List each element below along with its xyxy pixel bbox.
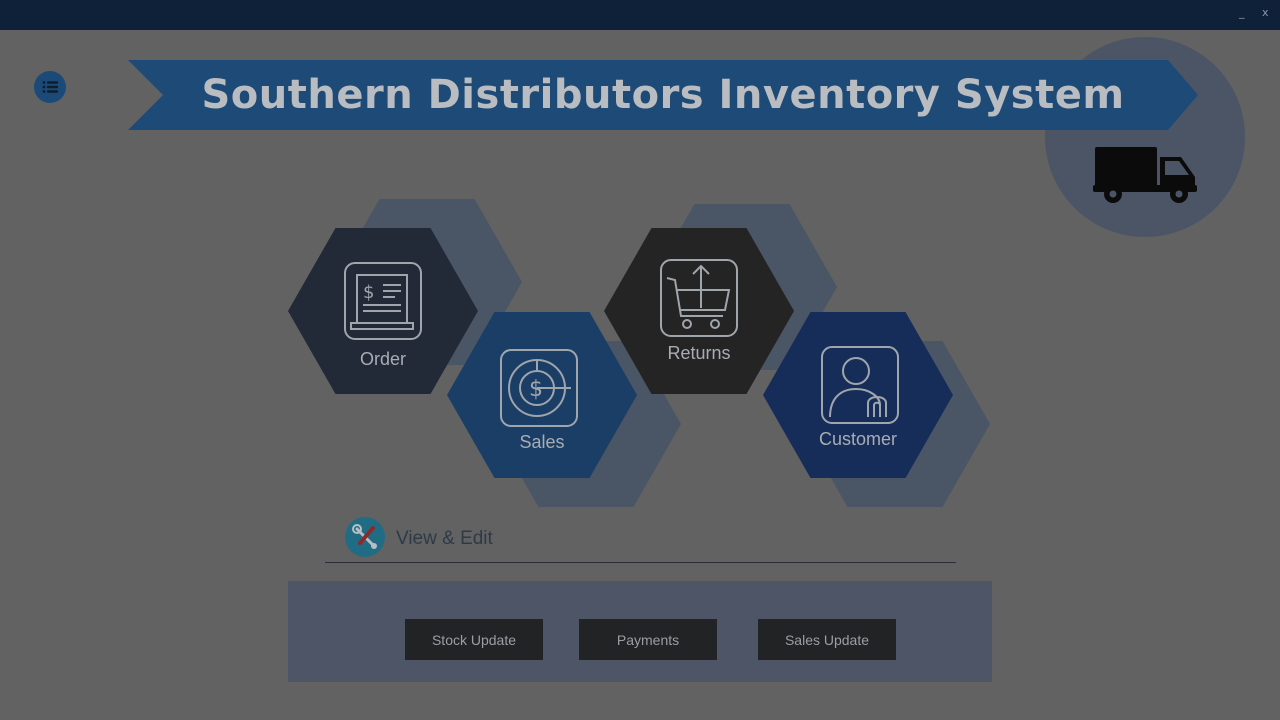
wrench-screwdriver-icon <box>352 524 377 549</box>
view-edit-heading: View & Edit <box>396 528 493 549</box>
sales-update-button[interactable]: Sales Update <box>758 619 896 660</box>
truck-icon <box>1093 147 1197 203</box>
order-label: Order <box>359 349 406 369</box>
window-titlebar: _ x <box>0 0 1280 30</box>
cart-return-icon <box>660 259 738 337</box>
app-title: Southern Distributors Inventory System <box>201 72 1125 118</box>
payments-button[interactable]: Payments <box>579 619 717 660</box>
customer-icon <box>821 346 899 424</box>
list-menu-icon <box>42 81 58 93</box>
receipt-icon: $ <box>344 262 422 340</box>
tools-icon[interactable] <box>345 517 385 557</box>
dollar-chart-icon: $ <box>500 349 578 427</box>
action-panel: Stock Update Payments Sales Update <box>288 581 992 682</box>
close-button[interactable]: x <box>1262 6 1269 19</box>
svg-text:$: $ <box>529 377 543 402</box>
svg-text:$: $ <box>363 282 374 303</box>
stock-update-button[interactable]: Stock Update <box>405 619 543 660</box>
title-banner: Southern Distributors Inventory System <box>128 60 1198 130</box>
section-divider <box>325 562 956 563</box>
menu-button[interactable] <box>34 71 66 103</box>
minimize-button[interactable]: _ <box>1239 6 1245 19</box>
